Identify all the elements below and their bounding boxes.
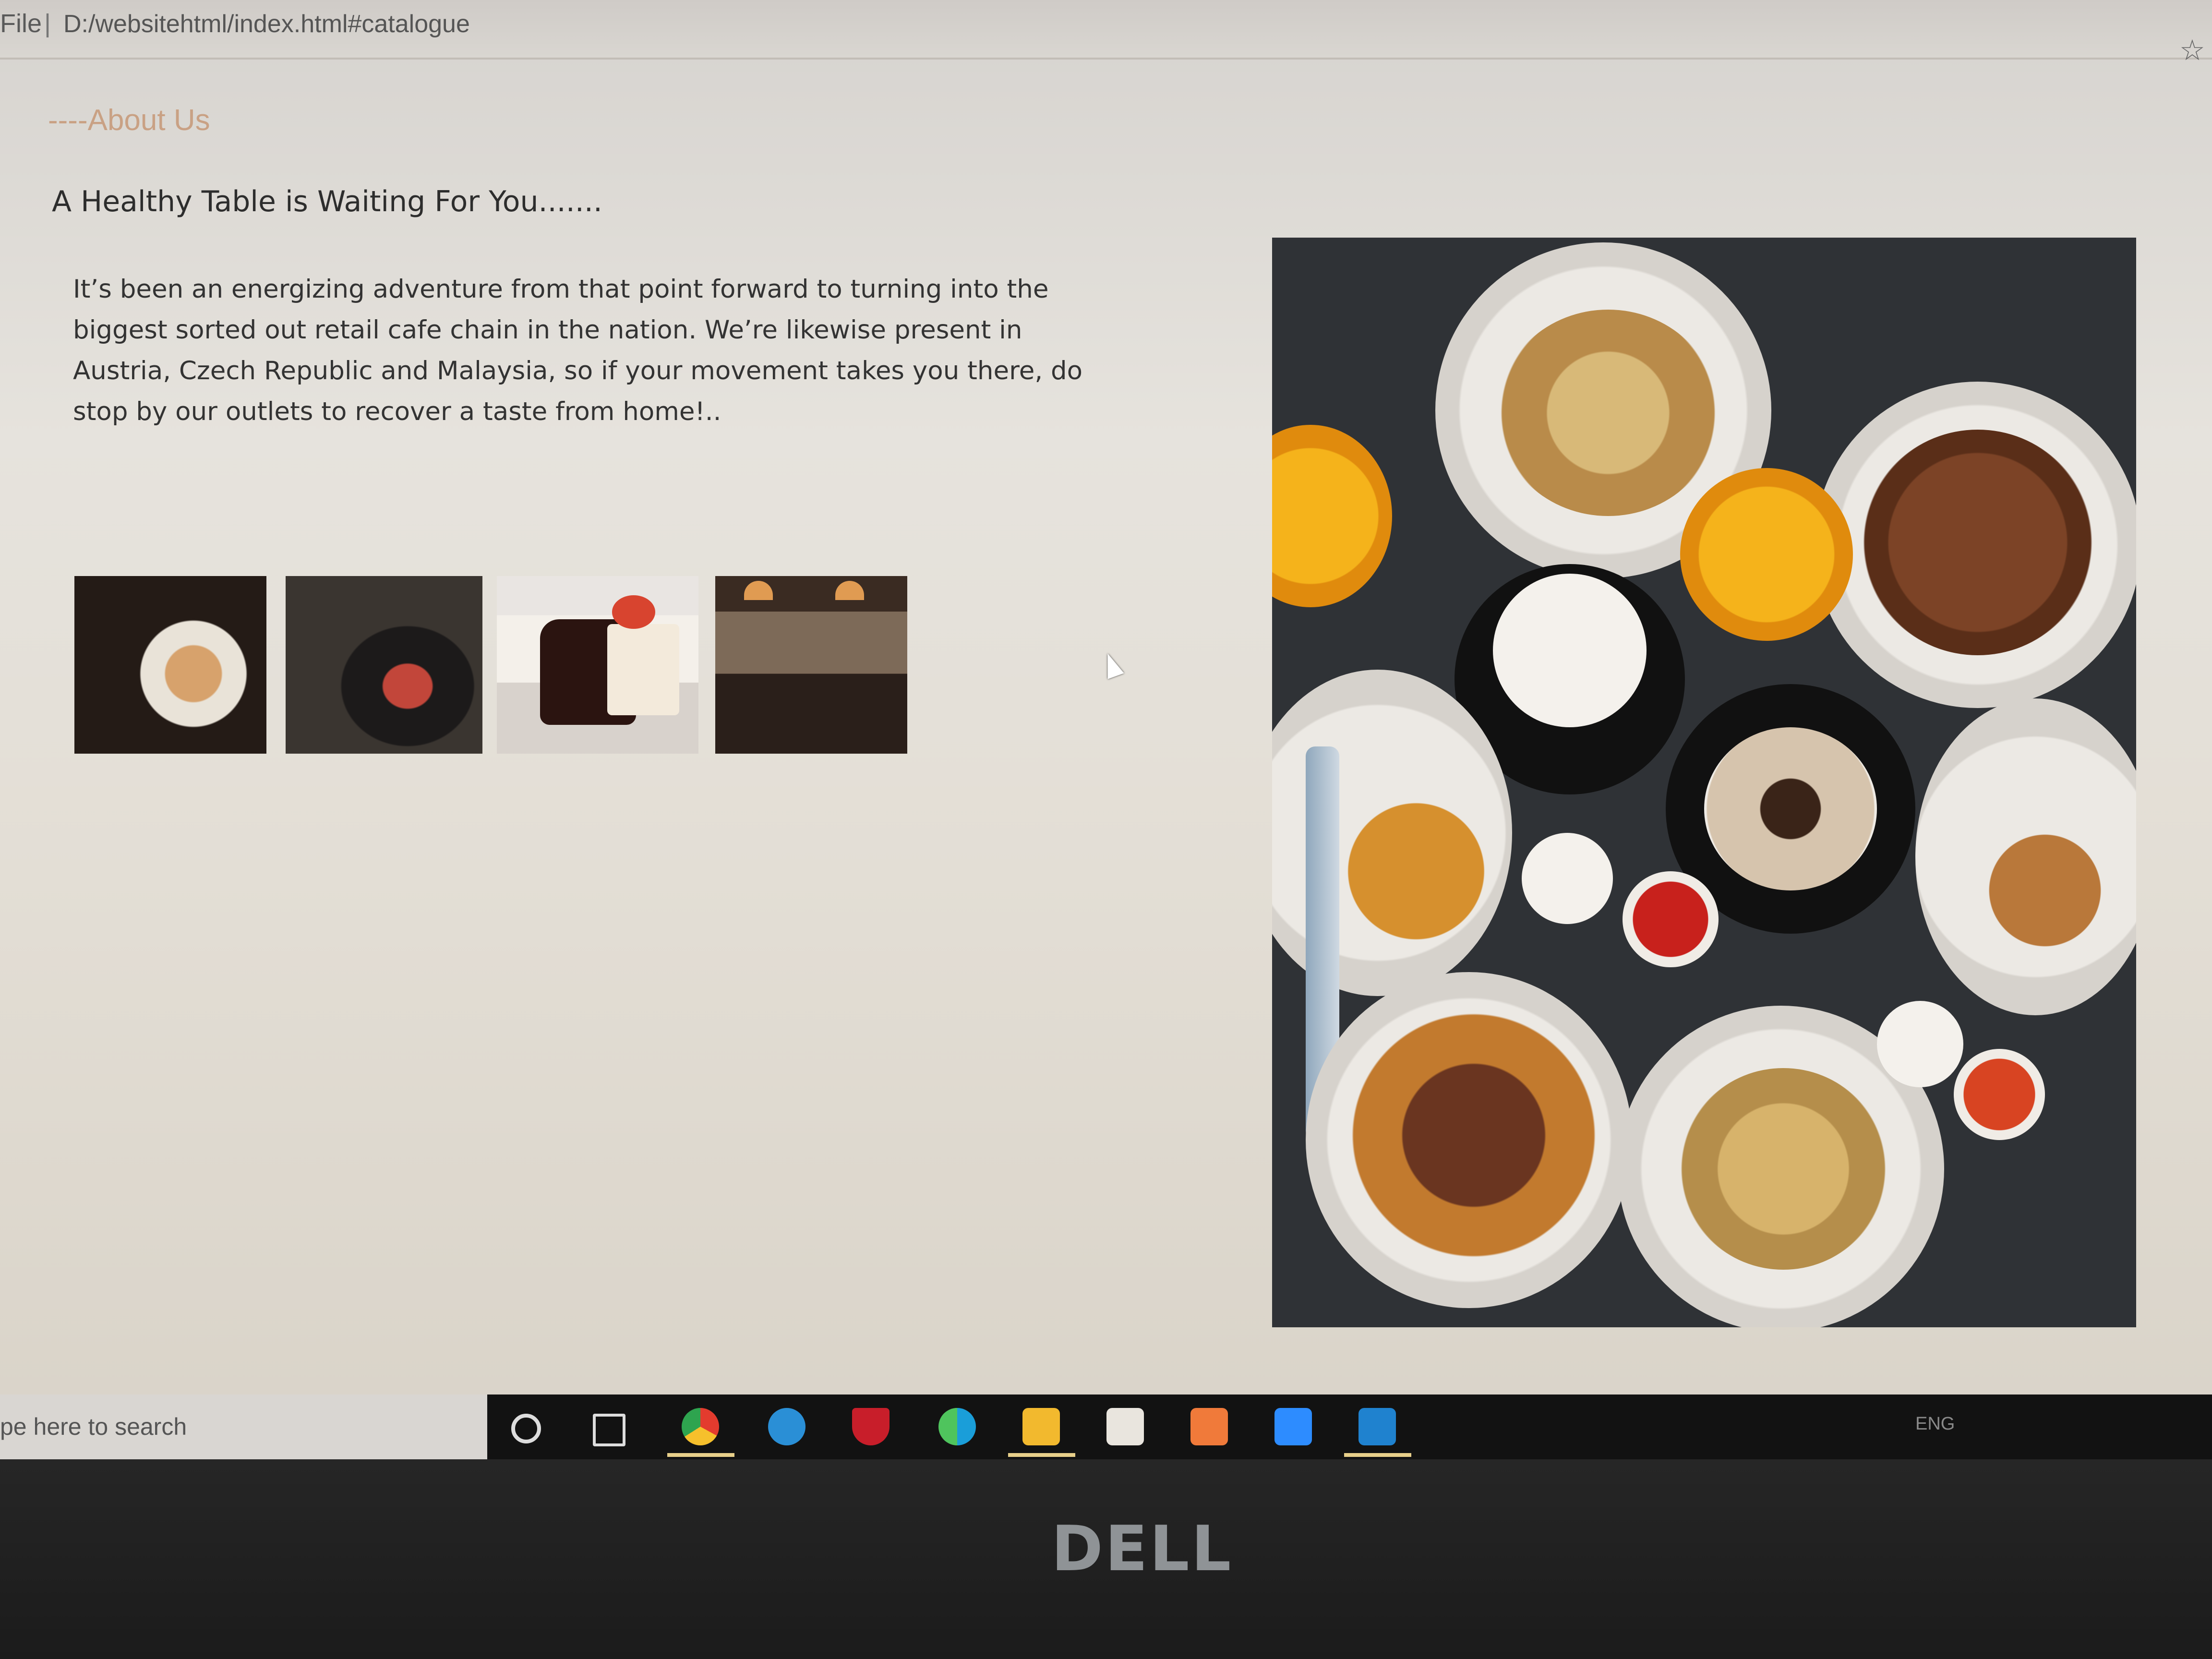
taskbar-search-box[interactable]: pe here to search bbox=[0, 1395, 487, 1459]
edge-icon[interactable] bbox=[938, 1408, 976, 1445]
zoom-icon[interactable] bbox=[1274, 1408, 1312, 1445]
xampp-icon[interactable] bbox=[1190, 1408, 1228, 1445]
task-view-icon[interactable] bbox=[593, 1414, 625, 1446]
taskbar: pe here to search ENG bbox=[0, 1395, 2212, 1459]
active-app-indicator bbox=[1008, 1453, 1075, 1457]
gallery-thumb-bowl[interactable] bbox=[286, 576, 482, 754]
granola-food bbox=[1680, 1068, 1887, 1270]
gallery-thumb-interior[interactable] bbox=[715, 576, 907, 754]
section-label: ----About Us bbox=[48, 104, 210, 137]
dessert-cake bbox=[607, 624, 679, 715]
active-app-indicator bbox=[667, 1453, 734, 1457]
hero-food-photo bbox=[1272, 238, 2136, 1327]
page-headline: A Healthy Table is Waiting For You......… bbox=[52, 185, 603, 218]
file-protocol-label: File bbox=[0, 9, 42, 38]
pastry-food bbox=[1863, 430, 2093, 655]
pancakes-food bbox=[1349, 1010, 1599, 1260]
file-explorer-icon[interactable] bbox=[1022, 1408, 1060, 1445]
store-icon[interactable] bbox=[1106, 1408, 1144, 1445]
mouse-cursor-icon bbox=[1099, 650, 1124, 679]
lamp-icon bbox=[744, 581, 773, 600]
address-separator: | bbox=[44, 9, 51, 38]
chrome-icon[interactable] bbox=[682, 1408, 719, 1445]
vscode-icon[interactable] bbox=[1358, 1408, 1396, 1445]
jam-dish bbox=[1623, 871, 1719, 967]
about-paragraph: It’s been an energizing adventure from t… bbox=[73, 275, 1083, 426]
milk bbox=[1493, 574, 1647, 727]
cortana-icon[interactable] bbox=[511, 1414, 541, 1443]
gallery-thumb-dessert[interactable] bbox=[497, 576, 698, 754]
dell-logo: DELL bbox=[1051, 1512, 1233, 1585]
bookmark-star-icon[interactable]: ☆ bbox=[2179, 34, 2205, 67]
screen: File | D:/websitehtml/index.html#catalog… bbox=[0, 0, 2212, 1459]
granola-food bbox=[1498, 310, 1719, 516]
butter-dish bbox=[1522, 833, 1613, 924]
system-tray-language[interactable]: ENG bbox=[1915, 1414, 1955, 1434]
butter-dish bbox=[1877, 1001, 1963, 1087]
lamp-icon bbox=[835, 581, 864, 600]
orange-juice bbox=[1680, 468, 1853, 641]
mcafee-icon[interactable] bbox=[852, 1408, 890, 1445]
coffee bbox=[1704, 727, 1877, 890]
dessert-berry bbox=[612, 595, 655, 629]
omelette-food bbox=[1344, 785, 1488, 958]
safari-icon[interactable] bbox=[768, 1408, 805, 1445]
orange-juice bbox=[1272, 425, 1392, 607]
jam-dish bbox=[1954, 1049, 2045, 1140]
gallery-thumb-soup[interactable] bbox=[74, 576, 266, 754]
url-text[interactable]: D:/websitehtml/index.html#catalogue bbox=[63, 10, 470, 38]
active-app-indicator bbox=[1344, 1453, 1411, 1457]
address-bar[interactable]: File | D:/websitehtml/index.html#catalog… bbox=[0, 0, 2212, 67]
cake-food bbox=[1973, 833, 2117, 948]
search-placeholder: pe here to search bbox=[0, 1413, 187, 1440]
